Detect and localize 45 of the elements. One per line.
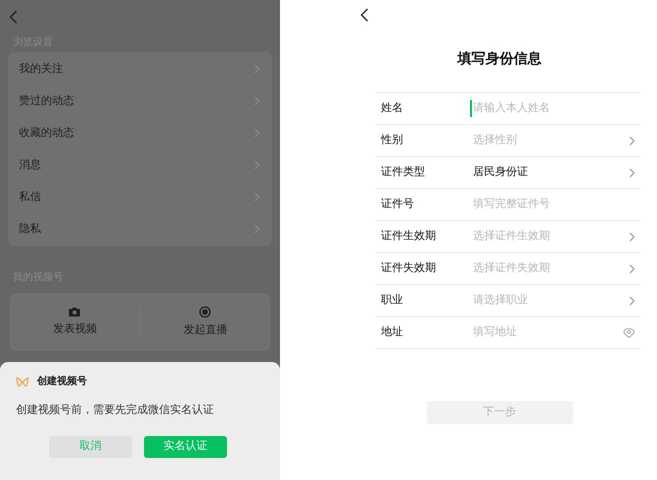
field-input[interactable]: 选择证件失效期 — [470, 260, 629, 277]
record-icon — [199, 306, 212, 318]
chevron-right-icon — [629, 136, 635, 146]
field-label: 证件类型 — [381, 165, 426, 180]
field-label: 职业 — [381, 293, 404, 308]
field-label: 证件失效期 — [381, 261, 437, 276]
field-label: 地址 — [381, 325, 404, 340]
channel-action-button[interactable]: 发表视频 — [10, 306, 140, 338]
chevron-right-icon — [254, 224, 260, 234]
settings-item[interactable]: 赞过的动态 — [8, 85, 272, 117]
settings-item[interactable]: 隐私 — [8, 213, 272, 245]
sheet-message: 创建视频号前，需要先完成微信实名认证 — [16, 402, 215, 418]
camera-icon — [68, 306, 82, 317]
field-input[interactable]: 填写完整证件号 — [470, 196, 635, 213]
field-input[interactable]: 请选择职业 — [470, 292, 629, 309]
chevron-right-icon — [629, 232, 635, 242]
sheet-button[interactable]: 实名认证 — [144, 436, 227, 458]
channel-action-button[interactable]: 发起直播 — [140, 306, 270, 338]
chevron-right-icon — [629, 264, 635, 274]
settings-item[interactable]: 私信 — [8, 181, 272, 213]
page-title: 填写身份信息 — [456, 49, 542, 68]
chevron-right-icon — [629, 168, 635, 178]
field-label: 证件号 — [381, 197, 415, 212]
field-label: 性别 — [381, 133, 404, 148]
chevron-right-icon — [254, 192, 260, 202]
chevron-right-icon — [629, 296, 635, 306]
location-pin-icon[interactable] — [623, 328, 635, 338]
field-label: 姓名 — [381, 101, 404, 116]
chevron-right-icon — [254, 96, 260, 106]
settings-item[interactable]: 收藏的动态 — [8, 117, 272, 149]
chevron-right-icon — [254, 160, 260, 170]
chevron-right-icon — [254, 128, 260, 138]
back-icon[interactable] — [360, 8, 369, 22]
sheet-button[interactable]: 取消 — [49, 436, 132, 458]
sheet-title: 创建视频号 — [37, 374, 87, 389]
field-input[interactable]: 填写地址 — [470, 324, 623, 341]
field-input[interactable]: 选择性别 — [470, 132, 629, 149]
settings-item[interactable]: 我的关注 — [8, 53, 272, 85]
chevron-right-icon — [254, 64, 260, 74]
field-input[interactable]: 请输入本人姓名 — [470, 100, 635, 117]
butterfly-icon — [16, 376, 29, 386]
settings-item[interactable]: 消息 — [8, 149, 272, 181]
field-label: 证件生效期 — [381, 229, 437, 244]
field-input[interactable]: 居民身份证 — [470, 164, 629, 181]
field-input[interactable]: 选择证件生效期 — [470, 228, 629, 245]
